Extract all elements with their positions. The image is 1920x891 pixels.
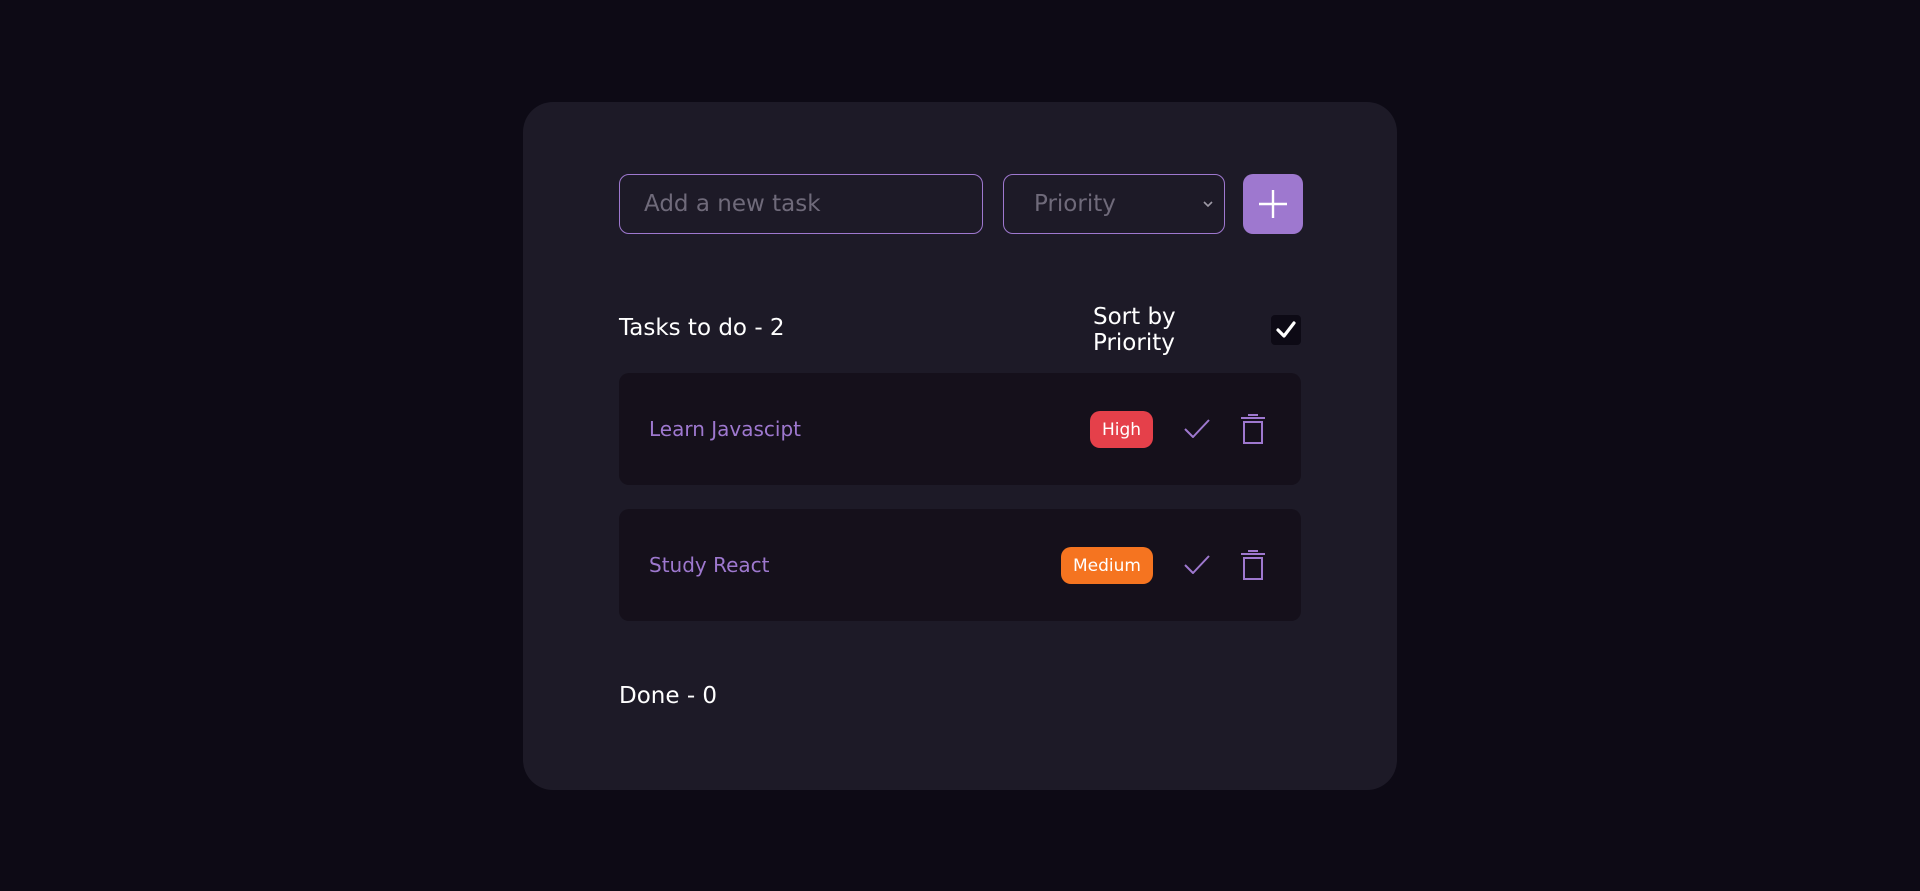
delete-task-button[interactable] [1237,549,1269,581]
check-icon [1276,321,1296,338]
check-icon [1184,419,1210,438]
sort-by-priority-checkbox[interactable] [1271,315,1301,345]
done-title: Done - 0 [619,683,718,709]
task-item: Learn Javascipt High [619,373,1301,485]
delete-task-button[interactable] [1237,413,1269,445]
task-name: Learn Javascipt [649,417,802,441]
trash-icon [1241,550,1265,580]
task-name: Study React [649,553,770,577]
complete-task-button[interactable] [1181,413,1213,445]
priority-select-value: Priority [1034,191,1116,217]
tasks-to-do-title: Tasks to do - 2 [619,315,785,341]
add-task-form: Priority [619,174,1303,234]
sort-by-priority-label: Sort by Priority [1093,304,1176,356]
check-icon [1184,555,1210,574]
priority-select[interactable]: Priority [1003,174,1225,234]
task-item: Study React Medium [619,509,1301,621]
priority-badge: High [1090,411,1153,448]
chevron-down-icon [1203,201,1213,208]
trash-icon [1241,414,1265,444]
todo-card: Priority Tasks to do - 2 Sort by Priorit… [523,102,1397,790]
task-input[interactable] [619,174,983,234]
add-task-button[interactable] [1243,174,1303,234]
sort-by-priority: Sort by Priority [1093,304,1301,356]
plus-icon [1259,190,1287,218]
complete-task-button[interactable] [1181,549,1213,581]
priority-badge: Medium [1061,547,1153,584]
